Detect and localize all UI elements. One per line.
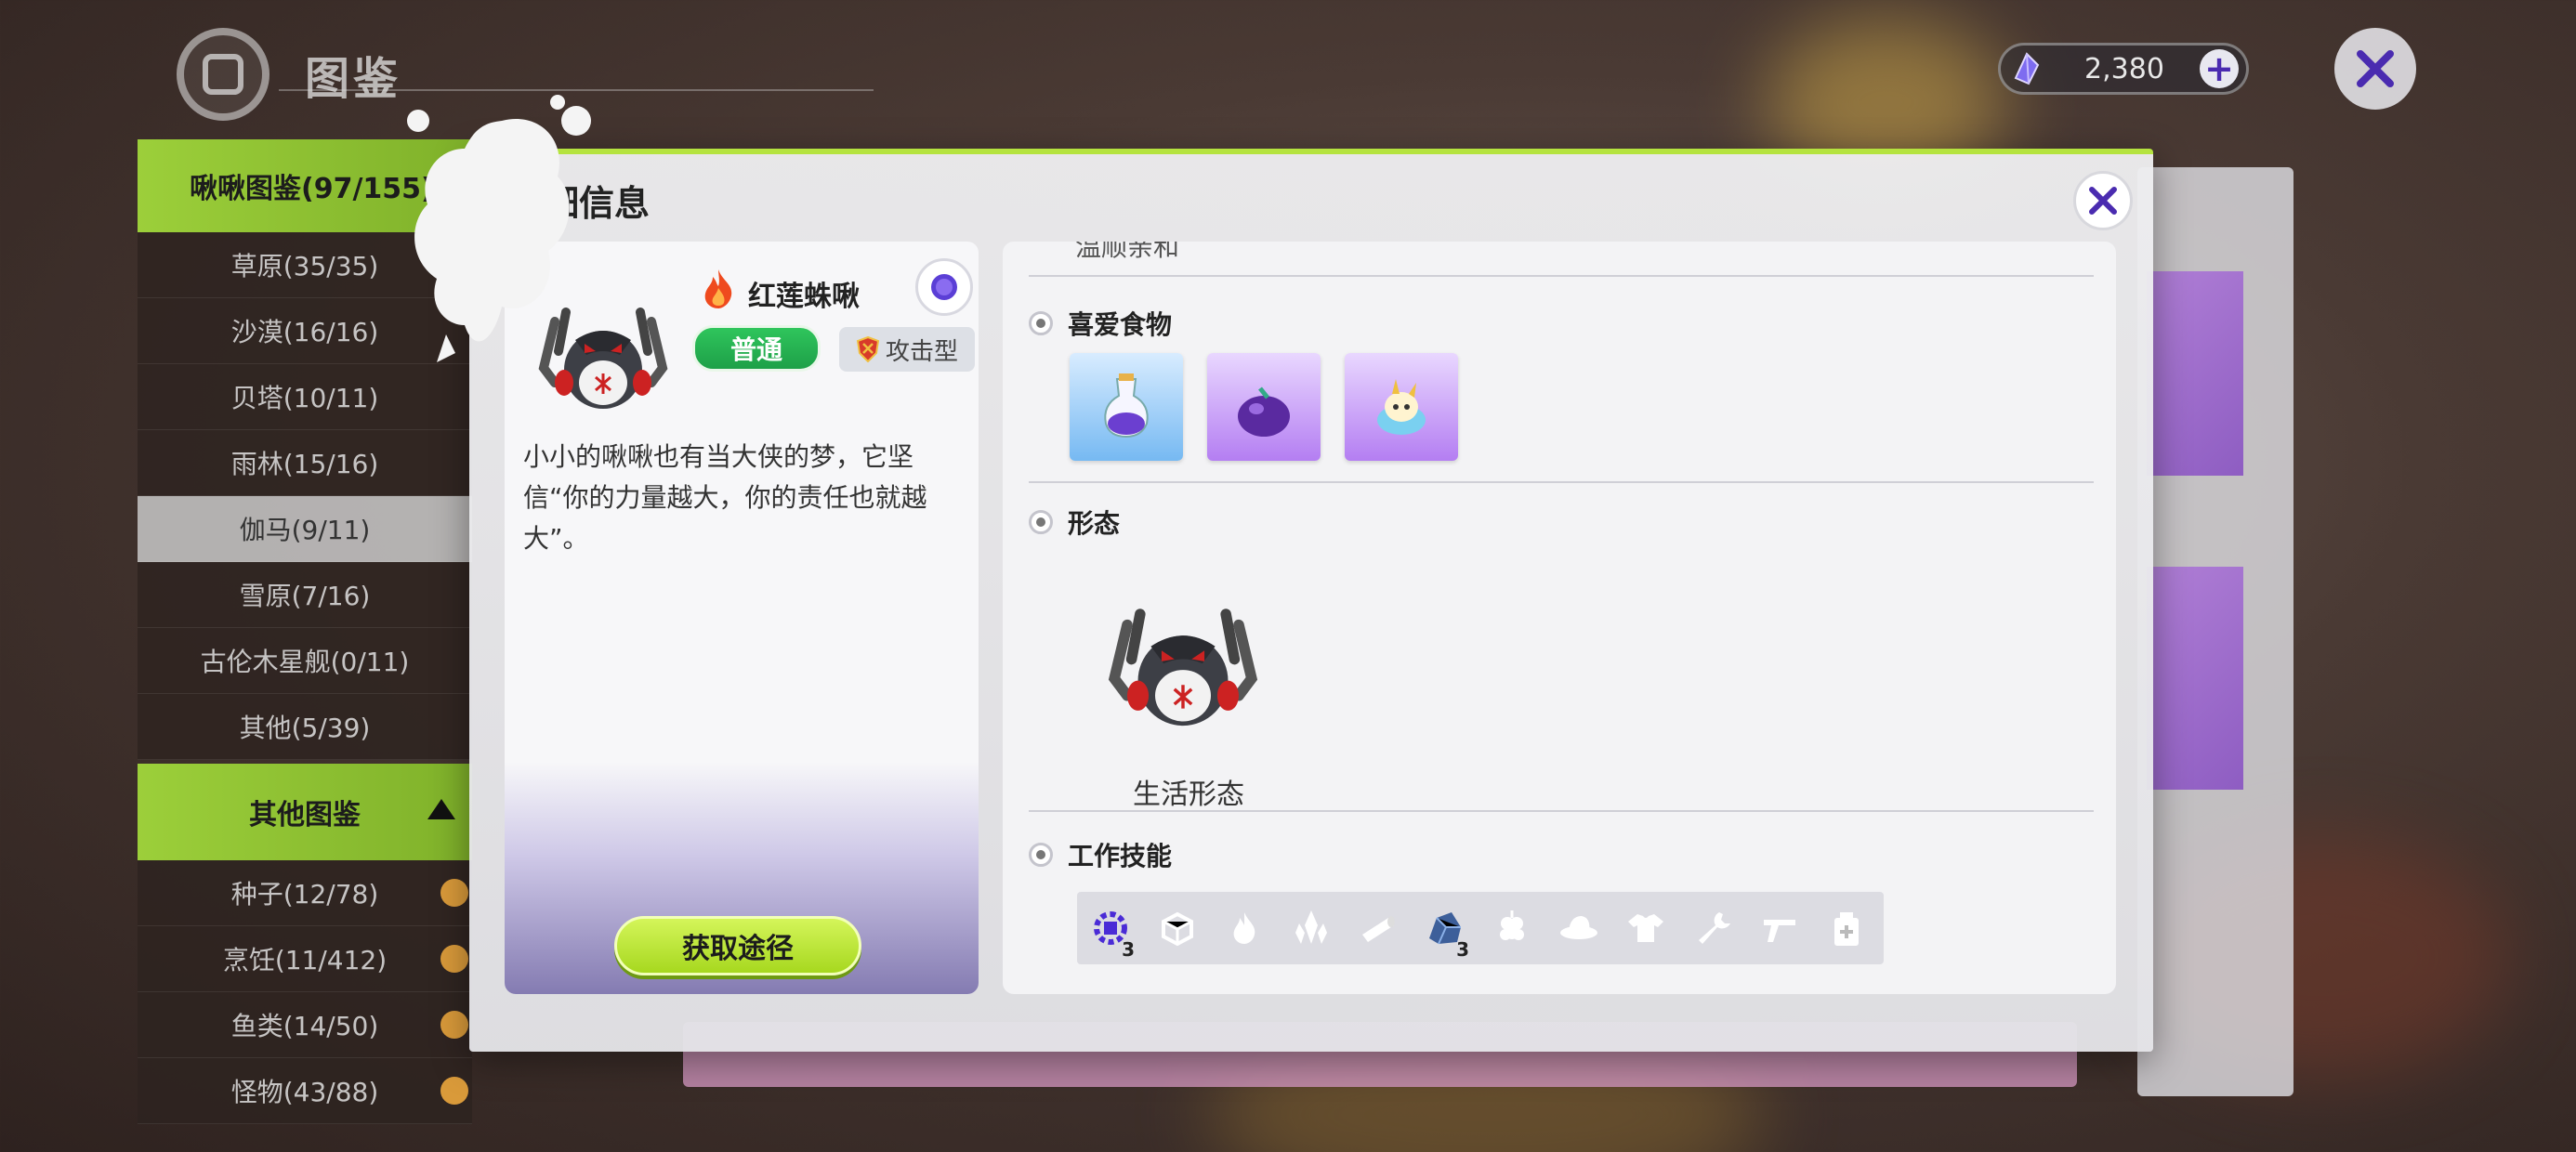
section-label: 喜爱食物 [1068, 309, 1173, 340]
gun-icon [1764, 920, 1795, 942]
background-card-art [2147, 567, 2243, 790]
form-label: 生活形态 [1133, 779, 1244, 811]
potion-blue-icon [1104, 373, 1149, 439]
section-bullet-icon [1029, 311, 1053, 335]
page-title: 图鉴 [305, 53, 402, 105]
monster-type-badge: 攻击型 [839, 327, 975, 372]
skill-flame[interactable] [1211, 892, 1278, 964]
wrench-icon [1699, 912, 1730, 944]
sidebar-group-other-label: 其他图鉴 [249, 799, 361, 831]
sidebar-item-cooking[interactable]: 烹饪(11/412) [138, 926, 472, 992]
unicorn-potion-icon [1377, 379, 1426, 435]
berry-icon [1500, 910, 1524, 940]
detail-modal: 详细信息 红莲蛛啾 普通 攻击型 小小的啾啾也有当大侠的梦，它坚信“你的力量越大… [469, 149, 2153, 1052]
obtain-method-button[interactable]: 获取途径 [614, 916, 861, 975]
skill-shirt[interactable] [1612, 892, 1679, 964]
eye-icon [931, 274, 957, 300]
notification-dot-icon [440, 1077, 468, 1105]
skill-level: 3 [1122, 938, 1135, 961]
skill-medkit[interactable] [1813, 892, 1880, 964]
skill-wrench[interactable] [1679, 892, 1746, 964]
codex-logo-icon [177, 28, 269, 121]
collapse-arrow-icon [427, 799, 455, 819]
section-bullet-icon [1029, 510, 1053, 534]
skill-crystal[interactable] [1278, 892, 1345, 964]
work-skills-bar: 3 3 [1077, 892, 1884, 964]
close-icon [2089, 187, 2117, 215]
currency-display: 2,380 + [1998, 43, 2249, 95]
monster-detail-panel: 温顺亲和 喜爱食物 形态 生活形态 工作技能 3 3 [1003, 242, 2116, 994]
sidebar-item-label: 怪物(43/88) [230, 1077, 379, 1107]
food-item[interactable] [1345, 353, 1458, 461]
currency-value: 2,380 [2084, 52, 2164, 85]
sidebar-group-other[interactable]: 其他图鉴 [138, 764, 472, 860]
skill-gun[interactable] [1746, 892, 1813, 964]
monster-name: 红莲蛛啾 [748, 281, 860, 313]
section-label: 形态 [1068, 508, 1121, 539]
medkit-icon [1834, 912, 1859, 946]
sidebar-item-gamma[interactable]: 伽马(9/11) [138, 496, 472, 562]
skill-box[interactable] [1144, 892, 1211, 964]
background-card-art [2147, 271, 2243, 476]
section-divider [1029, 275, 2094, 277]
shirt-icon [1628, 914, 1663, 942]
sidebar-item-fish[interactable]: 鱼类(14/50) [138, 992, 472, 1058]
sidebar-item-seeds[interactable]: 种子(12/78) [138, 860, 472, 926]
sidebar-item-monsters[interactable]: 怪物(43/88) [138, 1058, 472, 1124]
section-work-skills: 工作技能 [1029, 836, 1172, 873]
crystal-currency-icon [2004, 46, 2049, 91]
sidebar-item-label: 鱼类(14/50) [230, 1011, 379, 1041]
food-item[interactable] [1070, 353, 1183, 461]
rarity-badge: 普通 [692, 325, 821, 372]
monster-type-label: 攻击型 [885, 337, 958, 366]
monster-description: 小小的啾啾也有当大侠的梦，它坚信“你的力量越大，你的责任也就越大”。 [523, 441, 927, 554]
attack-shield-icon [856, 336, 880, 362]
section-bullet-icon [1029, 843, 1053, 867]
personality-text: 温顺亲和 [1075, 242, 1180, 262]
section-divider [1029, 810, 2094, 812]
log-icon [1362, 916, 1395, 942]
sidebar-item-starship[interactable]: 古伦木星舰(0/11) [138, 628, 472, 694]
sidebar-item-other[interactable]: 其他(5/39) [138, 694, 472, 760]
skill-berry[interactable] [1479, 892, 1545, 964]
paint-splash-decoration [407, 95, 591, 362]
add-currency-button[interactable]: + [2200, 49, 2239, 88]
close-icon [2357, 50, 2394, 87]
page-header: 图鉴 [177, 28, 401, 121]
view-model-button[interactable] [915, 258, 973, 316]
section-label: 工作技能 [1068, 841, 1173, 871]
skill-hat[interactable] [1545, 892, 1612, 964]
skill-log[interactable] [1345, 892, 1412, 964]
sidebar-item-beta[interactable]: 贝塔(10/11) [138, 364, 472, 430]
close-codex-button[interactable] [2334, 28, 2416, 110]
food-item[interactable] [1207, 353, 1321, 461]
flame-icon [1233, 912, 1255, 944]
sidebar-item-label: 种子(12/78) [230, 879, 379, 910]
skill-ore[interactable]: 3 [1412, 892, 1479, 964]
section-favorite-food: 喜爱食物 [1029, 305, 1172, 342]
skill-gear-chip[interactable]: 3 [1077, 892, 1144, 964]
crystal-icon [1295, 910, 1327, 944]
box-icon [1162, 911, 1193, 947]
notification-dot-icon [440, 1011, 468, 1039]
sidebar-item-label: 烹饪(11/412) [222, 945, 388, 975]
sidebar-item-rainforest[interactable]: 雨林(15/16) [138, 430, 472, 496]
notification-dot-icon [440, 879, 468, 907]
life-form-avatar-icon[interactable] [1099, 593, 1267, 732]
fire-element-icon [704, 269, 732, 308]
notification-dot-icon [440, 945, 468, 973]
section-divider [1029, 481, 2094, 483]
skill-level: 3 [1456, 938, 1469, 961]
grape-jelly-icon [1238, 386, 1290, 437]
hat-icon [1560, 916, 1597, 939]
close-modal-button[interactable] [2073, 171, 2133, 230]
section-form: 形态 [1029, 504, 1120, 541]
sidebar-item-snowfield[interactable]: 雪原(7/16) [138, 562, 472, 628]
